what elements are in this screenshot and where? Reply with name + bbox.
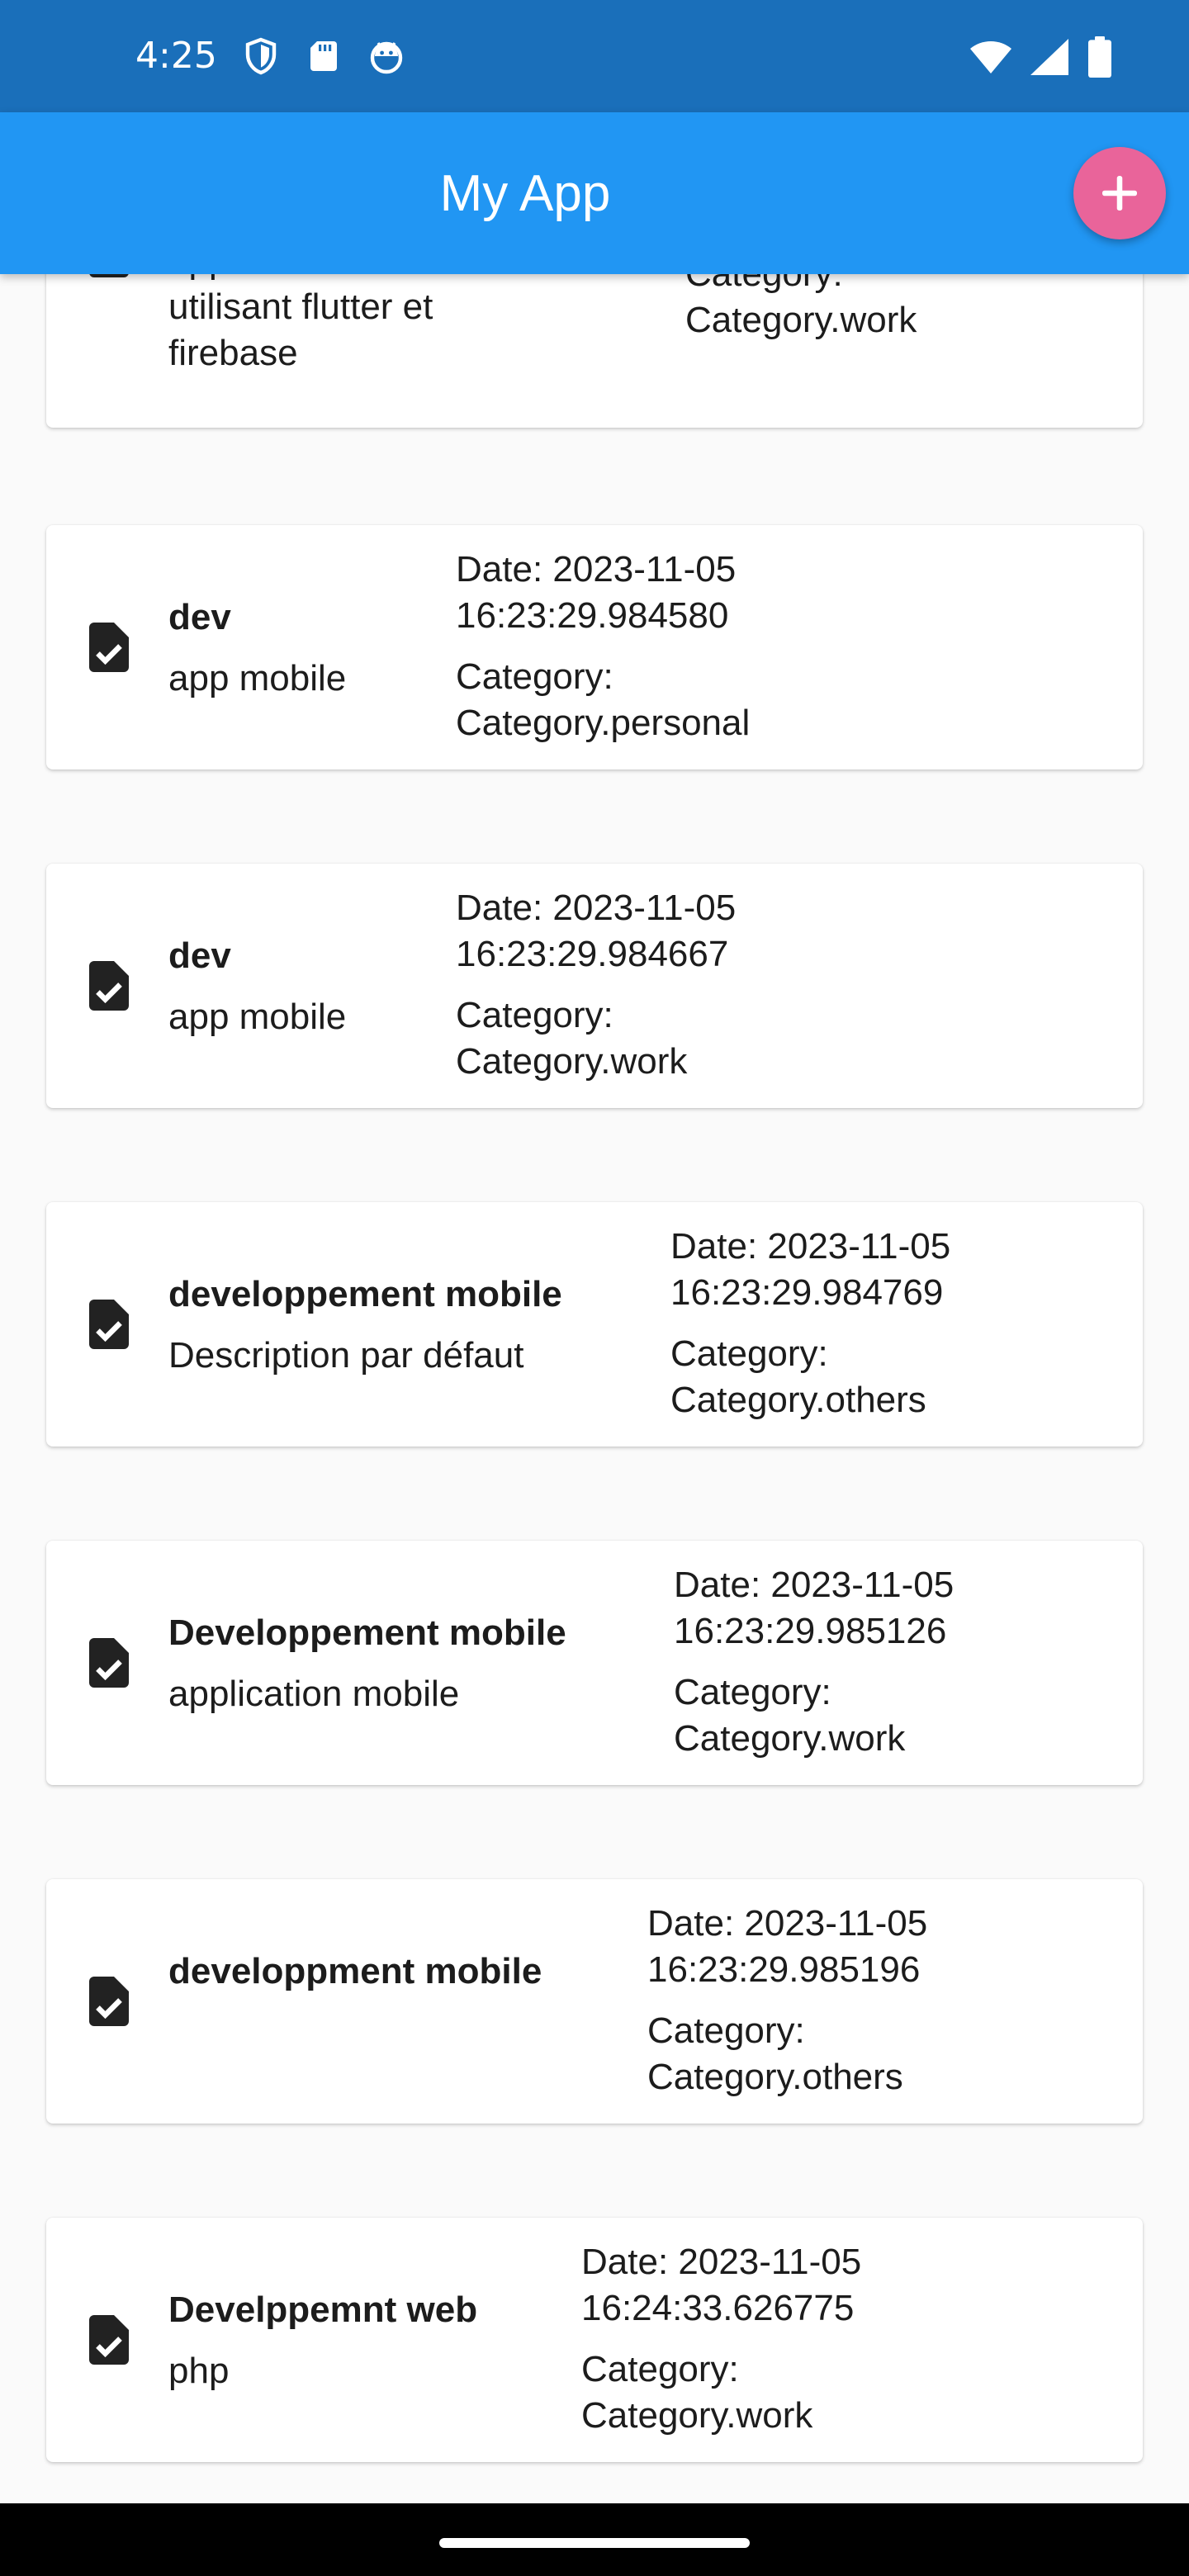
status-bar: 4:25 xyxy=(0,0,1189,112)
task-meta: Date: 2023-11-05 16:23:29.985196 Categor… xyxy=(647,1901,927,2100)
category-value: Category.others xyxy=(647,2057,903,2097)
app-bar: My App xyxy=(0,112,1189,274)
task-title: dev xyxy=(168,597,231,637)
task-title: dev xyxy=(168,935,231,976)
task-title: developpement mobile xyxy=(168,1274,562,1314)
task-list[interactable]: application mobile en utilisant flutter … xyxy=(0,274,1189,2503)
category-label: Category: xyxy=(581,2349,739,2389)
task-description: Description par défaut xyxy=(168,1335,524,1376)
date-label: Date: 2023-11-05 xyxy=(647,1903,928,1944)
date-label: Date: 2023-11-05 xyxy=(670,1226,951,1267)
category-value: Category.work xyxy=(456,1041,688,1082)
task-description: application mobile en utilisant flutter … xyxy=(168,274,509,373)
task-card[interactable]: Develppemnt web php Date: 2023-11-05 16:… xyxy=(46,2218,1143,2462)
status-time: 4:25 xyxy=(135,35,217,77)
date-value: 16:23:29.984667 xyxy=(456,934,729,974)
status-icons-right xyxy=(969,36,1111,78)
category-value: Category.personal xyxy=(456,703,751,743)
task-title: Develppemnt web xyxy=(168,2290,478,2330)
battery-icon xyxy=(1088,36,1111,78)
task-card[interactable]: developpment mobile Date: 2023-11-05 16:… xyxy=(46,1879,1143,2124)
document-check-icon xyxy=(89,1638,129,1688)
task-description: application mobile xyxy=(168,1674,460,1714)
task-meta: Date: 2023-11-05 16:23:29.984580 Categor… xyxy=(456,547,750,746)
date-label: Date: 2023-11-05 xyxy=(456,888,737,928)
task-card[interactable]: dev app mobile Date: 2023-11-05 16:23:29… xyxy=(46,525,1143,769)
category-label: Category: xyxy=(670,1333,828,1374)
task-card[interactable]: application mobile en utilisant flutter … xyxy=(46,274,1143,428)
task-description: app mobile xyxy=(168,997,347,1037)
category-value: Category.work xyxy=(685,300,917,340)
category-value: Category.work xyxy=(674,1718,906,1759)
task-meta: Date: 2023-11-05 16:23:29.984769 Categor… xyxy=(670,1224,950,1423)
date-value: 16:23:29.984769 xyxy=(670,1272,944,1313)
document-check-icon xyxy=(89,961,129,1011)
date-value: 16:23:29.985196 xyxy=(647,1949,921,1990)
category-value: Category.work xyxy=(581,2395,813,2436)
date-label: Date: 2023-11-05 xyxy=(674,1565,955,1605)
category-label: Category: xyxy=(674,1672,831,1712)
date-label: Date: 2023-11-05 xyxy=(456,549,737,590)
task-card[interactable]: developpement mobile Description par déf… xyxy=(46,1202,1143,1447)
shield-icon xyxy=(245,37,277,75)
status-icons-left xyxy=(241,35,406,78)
task-meta: Category: Category.work xyxy=(685,274,917,343)
task-meta: Date: 2023-11-05 16:24:33.626775 Categor… xyxy=(581,2239,861,2439)
date-value: 16:23:29.985126 xyxy=(674,1611,947,1651)
task-card[interactable]: dev app mobile Date: 2023-11-05 16:23:29… xyxy=(46,864,1143,1108)
task-card[interactable]: Developpement mobile application mobile … xyxy=(46,1541,1143,1785)
sd-card-icon xyxy=(310,41,337,71)
category-label: Category: xyxy=(456,656,613,697)
task-title: developpment mobile xyxy=(168,1951,542,1991)
category-label: Category: xyxy=(647,2010,805,2051)
document-check-icon xyxy=(89,623,129,672)
category-label: Category: xyxy=(685,274,917,297)
android-debug-icon xyxy=(370,41,403,74)
task-title: Developpement mobile xyxy=(168,1612,566,1653)
task-description: php xyxy=(168,2351,230,2391)
signal-icon xyxy=(1030,39,1068,75)
task-meta: Date: 2023-11-05 16:23:29.984667 Categor… xyxy=(456,885,736,1085)
date-value: 16:24:33.626775 xyxy=(581,2288,855,2328)
home-gesture-handle[interactable] xyxy=(439,2538,750,2548)
wifi-icon xyxy=(970,41,1011,73)
app-title: My App xyxy=(439,164,611,222)
document-check-icon xyxy=(89,1977,129,2026)
task-description: app mobile xyxy=(168,658,347,698)
add-task-button[interactable] xyxy=(1073,147,1166,239)
plus-icon xyxy=(1102,176,1137,211)
date-label: Date: 2023-11-05 xyxy=(581,2242,862,2282)
document-check-icon xyxy=(89,2315,129,2365)
document-check-icon xyxy=(89,1300,129,1349)
document-check-icon xyxy=(89,274,129,277)
navigation-bar xyxy=(0,2503,1189,2576)
task-meta: Date: 2023-11-05 16:23:29.985126 Categor… xyxy=(674,1562,954,1762)
category-label: Category: xyxy=(456,995,613,1035)
category-value: Category.others xyxy=(670,1380,926,1420)
date-value: 16:23:29.984580 xyxy=(456,595,729,636)
